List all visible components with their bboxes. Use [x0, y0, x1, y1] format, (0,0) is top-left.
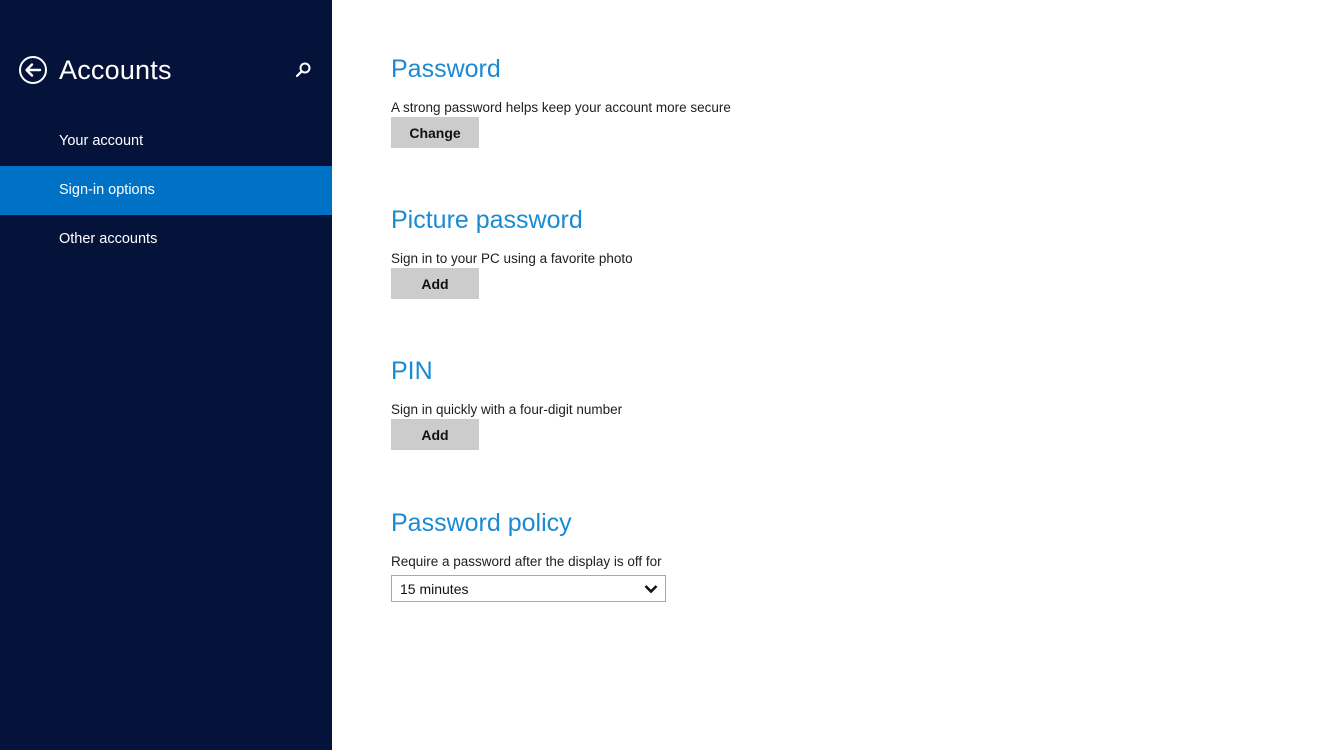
page-title: Accounts	[59, 54, 172, 85]
add-pin-button[interactable]: Add	[391, 419, 479, 450]
section-description: Require a password after the display is …	[391, 554, 662, 569]
sidebar-item-sign-in-options[interactable]: Sign-in options	[0, 166, 332, 215]
password-section: Password A strong password helps keep yo…	[391, 54, 991, 148]
chevron-down-icon	[644, 584, 658, 593]
section-title: Password policy	[391, 509, 572, 537]
dropdown-selected-value: 15 minutes	[400, 580, 469, 597]
back-arrow-circle-icon[interactable]	[18, 55, 48, 85]
sidebar-item-your-account[interactable]: Your account	[0, 117, 332, 166]
section-description: A strong password helps keep your accoun…	[391, 100, 731, 115]
sidebar-item-other-accounts[interactable]: Other accounts	[0, 215, 332, 264]
pin-section: PIN Sign in quickly with a four-digit nu…	[391, 356, 991, 450]
section-title: Password	[391, 55, 501, 83]
change-password-button[interactable]: Change	[391, 117, 479, 148]
section-title: PIN	[391, 357, 433, 385]
password-policy-dropdown[interactable]: 15 minutes	[391, 575, 666, 602]
sidebar-nav: Your account Sign-in options Other accou…	[0, 117, 332, 264]
section-title: Picture password	[391, 206, 583, 234]
picture-password-section: Picture password Sign in to your PC usin…	[391, 205, 991, 299]
sidebar-header: Accounts	[18, 52, 172, 88]
section-description: Sign in quickly with a four-digit number	[391, 402, 623, 417]
password-policy-section: Password policy Require a password after…	[391, 508, 991, 602]
sidebar: Accounts Your account Sign-in options Ot…	[0, 0, 332, 750]
section-description: Sign in to your PC using a favorite phot…	[391, 251, 633, 266]
search-icon[interactable]	[292, 59, 314, 81]
add-picture-password-button[interactable]: Add	[391, 268, 479, 299]
